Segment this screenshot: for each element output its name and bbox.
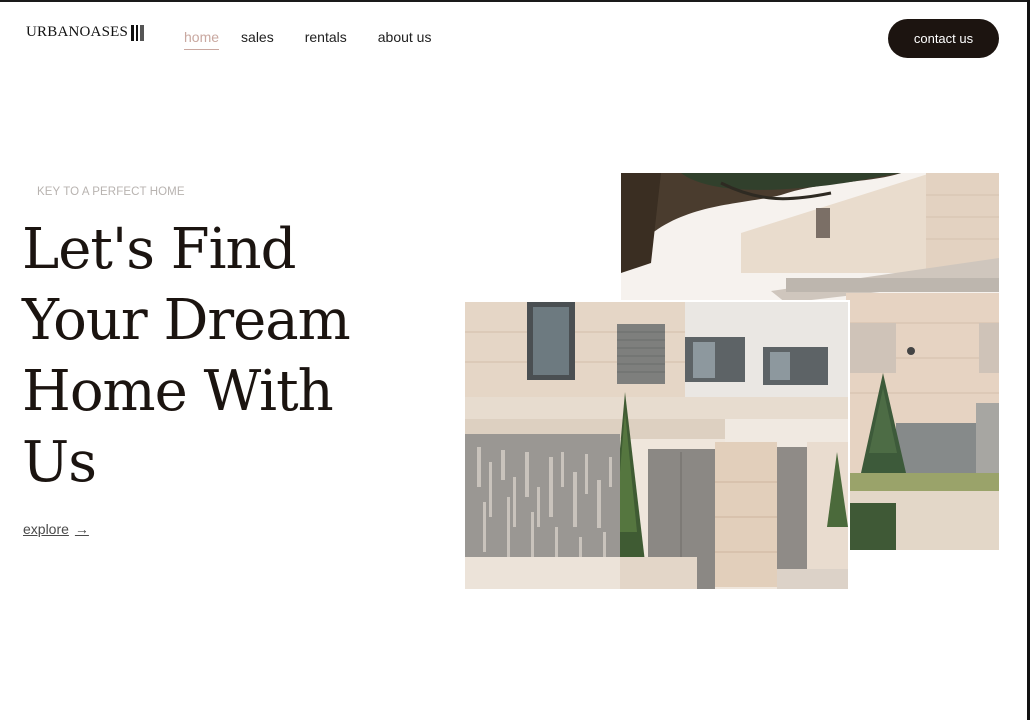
nav-rentals[interactable]: rentals (305, 29, 347, 50)
townhouse-gate-photo (463, 300, 850, 591)
nav-about-us[interactable]: about us (378, 29, 432, 50)
hero-headline: Let's Find Your Dream Home With Us (22, 214, 442, 498)
window-top-edge (0, 0, 1030, 2)
logo-bars-icon (131, 24, 145, 41)
headline-line-4: Us (22, 430, 97, 495)
contact-us-button[interactable]: contact us (888, 19, 999, 58)
brand-name: URBANOASES (26, 24, 129, 40)
headline-line-3: Home With (22, 359, 334, 424)
hero-eyebrow: KEY TO A PERFECT HOME (37, 186, 185, 198)
nav-home[interactable]: home (184, 29, 220, 50)
explore-link[interactable]: explore → (23, 521, 89, 537)
headline-line-1: Let's Find (22, 217, 296, 282)
nav-sales[interactable]: sales (241, 29, 274, 50)
arrow-right-icon: → (74, 521, 89, 537)
headline-line-2: Your Dream (22, 288, 351, 353)
brand-logo[interactable]: URBANOASES (26, 24, 145, 41)
main-nav: home sales rentals about us (184, 29, 431, 50)
explore-label: explore (23, 521, 69, 537)
